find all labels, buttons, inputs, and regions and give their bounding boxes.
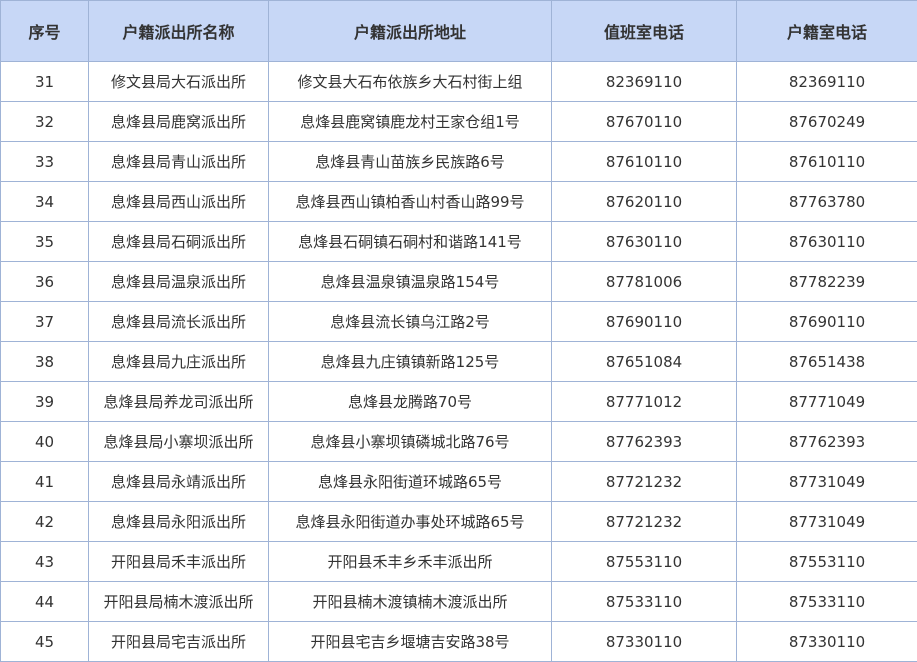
cell-registry-phone: 87731049 — [737, 462, 917, 502]
cell-station-name: 开阳县局楠木渡派出所 — [89, 582, 269, 622]
cell-station-address: 息烽县鹿窝镇鹿龙村王家仓组1号 — [269, 102, 552, 142]
cell-duty-phone: 87610110 — [552, 142, 737, 182]
cell-station-name: 开阳县局禾丰派出所 — [89, 542, 269, 582]
cell-duty-phone: 87630110 — [552, 222, 737, 262]
table-row: 33 息烽县局青山派出所 息烽县青山苗族乡民族路6号 87610110 8761… — [1, 142, 917, 182]
cell-station-name: 息烽县局鹿窝派出所 — [89, 102, 269, 142]
header-duty-phone: 值班室电话 — [552, 1, 737, 62]
table-row: 41 息烽县局永靖派出所 息烽县永阳街道环城路65号 87721232 8773… — [1, 462, 917, 502]
cell-station-address: 息烽县西山镇柏香山村香山路99号 — [269, 182, 552, 222]
table-row: 38 息烽县局九庄派出所 息烽县九庄镇镇新路125号 87651084 8765… — [1, 342, 917, 382]
header-index: 序号 — [1, 1, 89, 62]
cell-station-address: 息烽县青山苗族乡民族路6号 — [269, 142, 552, 182]
cell-station-name: 息烽县局石硐派出所 — [89, 222, 269, 262]
cell-registry-phone: 87690110 — [737, 302, 917, 342]
cell-registry-phone: 87782239 — [737, 262, 917, 302]
cell-station-address: 开阳县楠木渡镇楠木渡派出所 — [269, 582, 552, 622]
cell-registry-phone: 87553110 — [737, 542, 917, 582]
cell-station-address: 息烽县小寨坝镇磷城北路76号 — [269, 422, 552, 462]
cell-index: 33 — [1, 142, 89, 182]
cell-index: 39 — [1, 382, 89, 422]
cell-duty-phone: 87330110 — [552, 622, 737, 662]
table-row: 44 开阳县局楠木渡派出所 开阳县楠木渡镇楠木渡派出所 87533110 875… — [1, 582, 917, 622]
table-body: 31 修文县局大石派出所 修文县大石布依族乡大石村街上组 82369110 82… — [1, 62, 917, 662]
cell-index: 34 — [1, 182, 89, 222]
table-row: 39 息烽县局养龙司派出所 息烽县龙腾路70号 87771012 8777104… — [1, 382, 917, 422]
cell-duty-phone: 87762393 — [552, 422, 737, 462]
cell-duty-phone: 87620110 — [552, 182, 737, 222]
cell-registry-phone: 87330110 — [737, 622, 917, 662]
cell-duty-phone: 87721232 — [552, 502, 737, 542]
cell-index: 36 — [1, 262, 89, 302]
cell-registry-phone: 87651438 — [737, 342, 917, 382]
cell-duty-phone: 87651084 — [552, 342, 737, 382]
police-station-table: 序号 户籍派出所名称 户籍派出所地址 值班室电话 户籍室电话 31 修文县局大石… — [0, 0, 917, 662]
cell-station-address: 息烽县温泉镇温泉路154号 — [269, 262, 552, 302]
header-station-name: 户籍派出所名称 — [89, 1, 269, 62]
cell-registry-phone: 87731049 — [737, 502, 917, 542]
cell-registry-phone: 87670249 — [737, 102, 917, 142]
cell-index: 35 — [1, 222, 89, 262]
cell-station-name: 息烽县局养龙司派出所 — [89, 382, 269, 422]
cell-registry-phone: 87610110 — [737, 142, 917, 182]
cell-index: 45 — [1, 622, 89, 662]
cell-registry-phone: 87630110 — [737, 222, 917, 262]
cell-station-address: 开阳县宅吉乡堰塘吉安路38号 — [269, 622, 552, 662]
cell-registry-phone: 87771049 — [737, 382, 917, 422]
table-row: 35 息烽县局石硐派出所 息烽县石硐镇石硐村和谐路141号 87630110 8… — [1, 222, 917, 262]
table-row: 32 息烽县局鹿窝派出所 息烽县鹿窝镇鹿龙村王家仓组1号 87670110 87… — [1, 102, 917, 142]
cell-station-address: 息烽县永阳街道办事处环城路65号 — [269, 502, 552, 542]
cell-index: 32 — [1, 102, 89, 142]
cell-duty-phone: 87690110 — [552, 302, 737, 342]
cell-index: 38 — [1, 342, 89, 382]
cell-index: 42 — [1, 502, 89, 542]
cell-station-name: 息烽县局流长派出所 — [89, 302, 269, 342]
cell-duty-phone: 87670110 — [552, 102, 737, 142]
cell-registry-phone: 87762393 — [737, 422, 917, 462]
table-header-row: 序号 户籍派出所名称 户籍派出所地址 值班室电话 户籍室电话 — [1, 1, 917, 62]
table-row: 40 息烽县局小寨坝派出所 息烽县小寨坝镇磷城北路76号 87762393 87… — [1, 422, 917, 462]
cell-station-address: 修文县大石布依族乡大石村街上组 — [269, 62, 552, 102]
table-row: 31 修文县局大石派出所 修文县大石布依族乡大石村街上组 82369110 82… — [1, 62, 917, 102]
table-row: 34 息烽县局西山派出所 息烽县西山镇柏香山村香山路99号 87620110 8… — [1, 182, 917, 222]
table-row: 42 息烽县局永阳派出所 息烽县永阳街道办事处环城路65号 87721232 8… — [1, 502, 917, 542]
cell-index: 31 — [1, 62, 89, 102]
cell-duty-phone: 87553110 — [552, 542, 737, 582]
header-station-address: 户籍派出所地址 — [269, 1, 552, 62]
cell-station-address: 息烽县流长镇乌江路2号 — [269, 302, 552, 342]
table-row: 36 息烽县局温泉派出所 息烽县温泉镇温泉路154号 87781006 8778… — [1, 262, 917, 302]
header-registry-phone: 户籍室电话 — [737, 1, 917, 62]
cell-station-name: 息烽县局西山派出所 — [89, 182, 269, 222]
cell-station-address: 息烽县石硐镇石硐村和谐路141号 — [269, 222, 552, 262]
cell-station-name: 息烽县局永靖派出所 — [89, 462, 269, 502]
table-row: 37 息烽县局流长派出所 息烽县流长镇乌江路2号 87690110 876901… — [1, 302, 917, 342]
cell-duty-phone: 82369110 — [552, 62, 737, 102]
cell-index: 37 — [1, 302, 89, 342]
cell-station-name: 息烽县局九庄派出所 — [89, 342, 269, 382]
cell-station-address: 息烽县龙腾路70号 — [269, 382, 552, 422]
cell-duty-phone: 87781006 — [552, 262, 737, 302]
cell-index: 41 — [1, 462, 89, 502]
cell-station-name: 息烽县局青山派出所 — [89, 142, 269, 182]
cell-index: 44 — [1, 582, 89, 622]
cell-station-name: 息烽县局小寨坝派出所 — [89, 422, 269, 462]
cell-station-name: 息烽县局温泉派出所 — [89, 262, 269, 302]
cell-duty-phone: 87771012 — [552, 382, 737, 422]
cell-duty-phone: 87721232 — [552, 462, 737, 502]
cell-station-name: 息烽县局永阳派出所 — [89, 502, 269, 542]
cell-station-name: 开阳县局宅吉派出所 — [89, 622, 269, 662]
cell-registry-phone: 87763780 — [737, 182, 917, 222]
cell-station-name: 修文县局大石派出所 — [89, 62, 269, 102]
cell-registry-phone: 87533110 — [737, 582, 917, 622]
cell-station-address: 息烽县九庄镇镇新路125号 — [269, 342, 552, 382]
cell-duty-phone: 87533110 — [552, 582, 737, 622]
cell-index: 40 — [1, 422, 89, 462]
table-row: 45 开阳县局宅吉派出所 开阳县宅吉乡堰塘吉安路38号 87330110 873… — [1, 622, 917, 662]
cell-index: 43 — [1, 542, 89, 582]
table-row: 43 开阳县局禾丰派出所 开阳县禾丰乡禾丰派出所 87553110 875531… — [1, 542, 917, 582]
cell-registry-phone: 82369110 — [737, 62, 917, 102]
cell-station-address: 息烽县永阳街道环城路65号 — [269, 462, 552, 502]
cell-station-address: 开阳县禾丰乡禾丰派出所 — [269, 542, 552, 582]
